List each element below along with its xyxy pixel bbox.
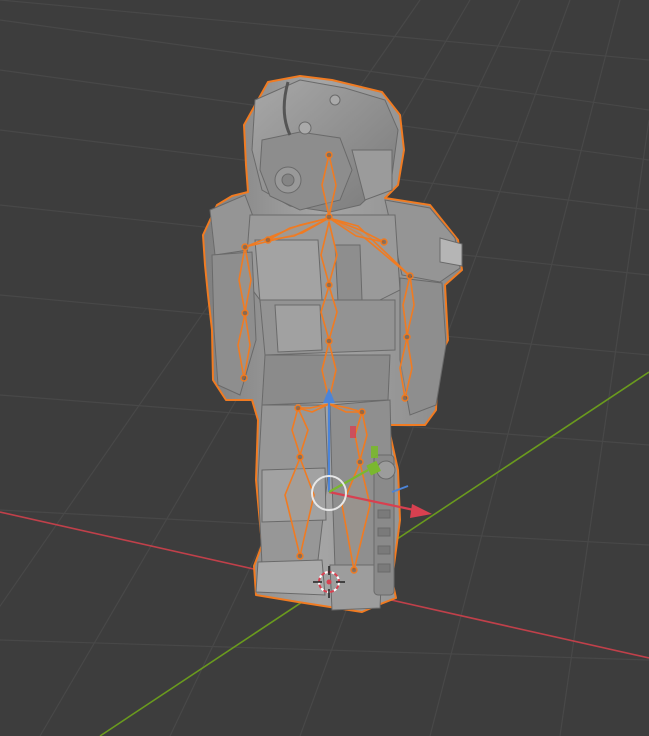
gizmo-x-arrow[interactable] (410, 504, 432, 518)
viewport-canvas[interactable] (0, 0, 649, 736)
gizmo-plane-yz[interactable] (371, 446, 378, 458)
gizmo-plane-xz[interactable] (350, 426, 356, 438)
3d-viewport[interactable] (0, 0, 649, 736)
side-gear (373, 454, 396, 596)
